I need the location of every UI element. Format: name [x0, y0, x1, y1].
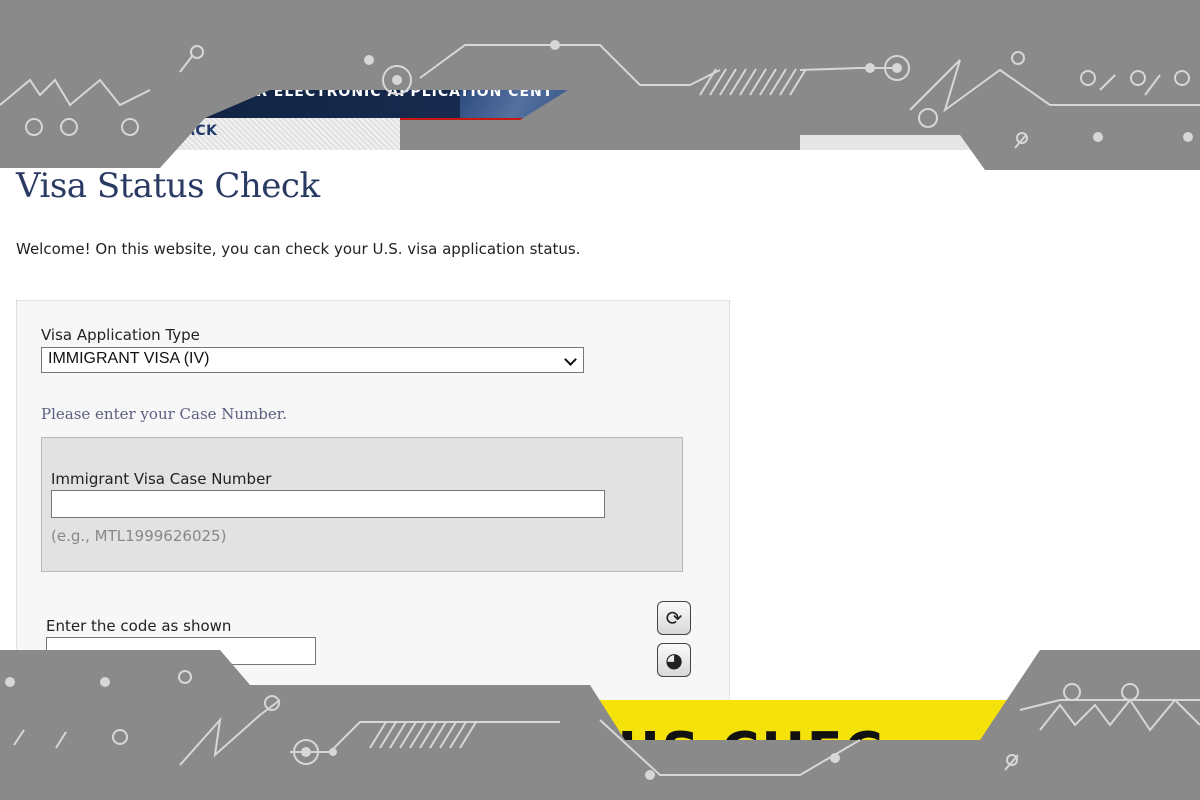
hatch-top	[699, 68, 807, 96]
banner-title: ULAR ELECTRONIC APPLICATION CENT	[222, 84, 554, 100]
site-banner: ULAR ELECTRONIC APPLICATION CENT	[0, 78, 600, 118]
caret-down-icon	[412, 130, 426, 137]
refresh-icon: ⟳	[665, 606, 683, 630]
yellow-banner-text: TUS CHEC	[580, 722, 885, 782]
app-type-label: Visa Application Type	[41, 326, 200, 344]
welcome-text: Welcome! On this website, you can check …	[16, 240, 581, 258]
nav-spacer	[800, 118, 1200, 150]
captcha-input[interactable]	[46, 637, 316, 665]
nav-back-label: ACK	[184, 123, 218, 139]
nav-visa-status-label: VISA STATUS CHECK	[510, 123, 678, 139]
nav-visa-status-tab[interactable]: VISA STATUS CHECK	[400, 118, 800, 150]
chevron-down-icon	[564, 353, 577, 366]
case-number-input[interactable]	[51, 490, 605, 518]
app-type-selected-value: IMMIGRANT VISA (IV)	[48, 350, 210, 367]
captcha-label: Enter the code as shown	[46, 617, 232, 635]
page-title: Visa Status Check	[16, 166, 320, 206]
audio-icon: ◕	[665, 648, 683, 672]
app-type-select[interactable]: IMMIGRANT VISA (IV)	[41, 347, 584, 373]
audio-captcha-button[interactable]: ◕	[657, 643, 691, 677]
hatch-bottom	[369, 721, 477, 749]
case-number-label: Immigrant Visa Case Number	[51, 470, 272, 488]
case-number-example: (e.g., MTL1999626025)	[51, 527, 227, 545]
top-nav: ACK VISA STATUS CHECK	[0, 118, 1200, 150]
case-number-prompt: Please enter your Case Number.	[41, 405, 288, 423]
refresh-captcha-button[interactable]: ⟳	[657, 601, 691, 635]
yellow-banner: TUS CHEC	[560, 700, 1020, 800]
nav-back-tab[interactable]: ACK	[0, 118, 400, 150]
